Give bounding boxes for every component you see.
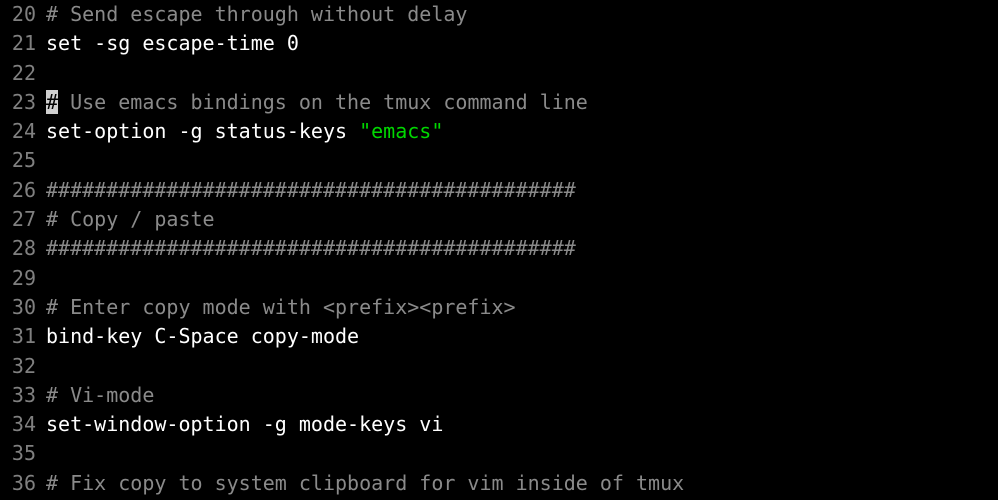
code-content <box>36 264 58 293</box>
code-content <box>36 439 58 468</box>
comment-token: # Send escape through without delay <box>46 2 467 26</box>
code-line: 30 # Enter copy mode with <prefix><prefix… <box>0 293 998 322</box>
plain-token: bind-key C-Space copy-mode <box>46 324 359 348</box>
comment-token: Use emacs bindings on the tmux command l… <box>58 90 588 114</box>
code-line: 28 ######################################… <box>0 234 998 263</box>
line-number: 35 <box>0 439 36 468</box>
line-number: 27 <box>0 205 36 234</box>
plain-token: set-option -g status-keys <box>46 119 359 143</box>
code-content: ########################################… <box>36 176 576 205</box>
line-number: 20 <box>0 0 36 29</box>
line-number: 25 <box>0 146 36 175</box>
line-number: 36 <box>0 469 36 498</box>
comment-token: # Vi-mode <box>46 383 154 407</box>
code-line: 35 <box>0 439 998 468</box>
code-line: 29 <box>0 264 998 293</box>
code-content: # Vi-mode <box>36 381 154 410</box>
code-line: 25 <box>0 146 998 175</box>
line-number: 28 <box>0 234 36 263</box>
code-content: # Copy / paste <box>36 205 215 234</box>
code-content: bind-key C-Space copy-mode <box>36 322 359 351</box>
code-line: 20 # Send escape through without delay <box>0 0 998 29</box>
code-content <box>36 146 58 175</box>
code-content: # Fix copy to system clipboard for vim i… <box>36 469 684 498</box>
code-content: # Send escape through without delay <box>36 0 467 29</box>
code-content: # Use emacs bindings on the tmux command… <box>36 88 588 117</box>
line-number: 30 <box>0 293 36 322</box>
plain-token: set-window-option -g mode-keys vi <box>46 412 443 436</box>
comment-token: # Enter copy mode with <prefix><prefix> <box>46 295 516 319</box>
plain-token: set -sg escape-time 0 <box>46 31 299 55</box>
code-line: 23# Use emacs bindings on the tmux comma… <box>0 88 998 117</box>
line-number: 24 <box>0 117 36 146</box>
line-number: 26 <box>0 176 36 205</box>
code-line: 34 set-window-option -g mode-keys vi <box>0 410 998 439</box>
code-content: # Enter copy mode with <prefix><prefix> <box>36 293 516 322</box>
code-line: 31 bind-key C-Space copy-mode <box>0 322 998 351</box>
code-content: set -sg escape-time 0 <box>36 29 299 58</box>
code-content: set-option -g status-keys "emacs" <box>36 117 443 146</box>
code-line: 32 <box>0 352 998 381</box>
code-line: 24set-option -g status-keys "emacs" <box>0 117 998 146</box>
code-content <box>36 59 58 88</box>
comment-token: ########################################… <box>46 236 576 260</box>
code-content: ########################################… <box>36 234 576 263</box>
cursor-token: # <box>46 90 58 114</box>
code-line: 33 # Vi-mode <box>0 381 998 410</box>
line-number: 23 <box>0 88 36 117</box>
string-token: "emacs" <box>359 119 443 143</box>
line-number: 33 <box>0 381 36 410</box>
line-number: 29 <box>0 264 36 293</box>
comment-token: ########################################… <box>46 178 576 202</box>
comment-token: # Fix copy to system clipboard for vim i… <box>46 471 684 495</box>
code-content <box>36 352 58 381</box>
code-line: 22 <box>0 59 998 88</box>
line-number: 21 <box>0 29 36 58</box>
line-number: 32 <box>0 352 36 381</box>
code-line: 26 ######################################… <box>0 176 998 205</box>
line-number: 31 <box>0 322 36 351</box>
line-number: 22 <box>0 59 36 88</box>
line-number: 34 <box>0 410 36 439</box>
code-content: set-window-option -g mode-keys vi <box>36 410 443 439</box>
code-line: 36 # Fix copy to system clipboard for vim… <box>0 469 998 498</box>
code-editor[interactable]: 20 # Send escape through without delay 21 s… <box>0 0 998 498</box>
code-line: 21 set -sg escape-time 0 <box>0 29 998 58</box>
code-line: 27 # Copy / paste <box>0 205 998 234</box>
comment-token: # Copy / paste <box>46 207 215 231</box>
